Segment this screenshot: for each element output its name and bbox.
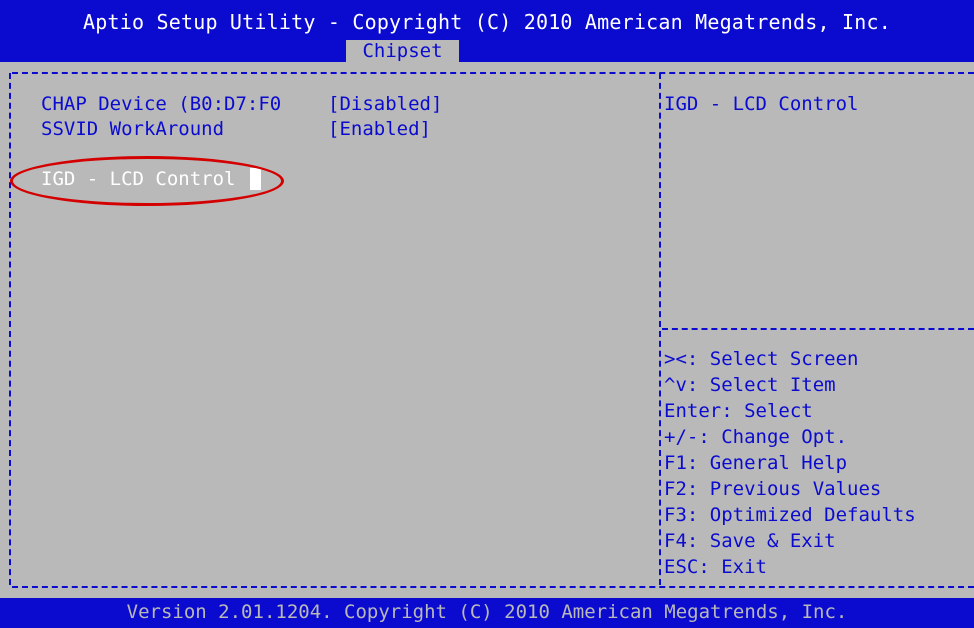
setting-chap-device-value[interactable]: [Disabled] bbox=[328, 92, 442, 116]
setting-ssvid-workaround-label[interactable]: SSVID WorkAround bbox=[41, 117, 224, 141]
help-key-esc: ESC: Exit bbox=[664, 556, 767, 578]
setting-chap-device-label[interactable]: CHAP Device (B0:D7:F0 bbox=[41, 92, 281, 116]
help-description: IGD - LCD Control bbox=[664, 93, 859, 115]
tab-chipset[interactable]: Chipset bbox=[346, 40, 459, 62]
help-key-enter: Enter: Select bbox=[664, 400, 813, 422]
help-key-f3: F3: Optimized Defaults bbox=[664, 504, 916, 526]
title-text: Aptio Setup Utility - Copyright (C) 2010… bbox=[83, 10, 891, 34]
help-key-select-item: ^v: Select Item bbox=[664, 374, 836, 396]
bottom-border bbox=[12, 586, 974, 588]
help-divider bbox=[662, 328, 974, 330]
setting-ssvid-workaround-value[interactable]: [Enabled] bbox=[328, 117, 431, 141]
panel-divider bbox=[659, 73, 661, 585]
top-border bbox=[12, 72, 974, 74]
left-border bbox=[9, 73, 11, 585]
footer-version-text: Version 2.01.1204. Copyright (C) 2010 Am… bbox=[126, 601, 848, 623]
footer-bar: Version 2.01.1204. Copyright (C) 2010 Am… bbox=[0, 598, 974, 628]
help-key-f2: F2: Previous Values bbox=[664, 478, 882, 500]
help-key-f1: F1: General Help bbox=[664, 452, 848, 474]
bios-screen: Aptio Setup Utility - Copyright (C) 2010… bbox=[0, 0, 974, 628]
help-key-change-opt: +/-: Change Opt. bbox=[664, 426, 848, 448]
highlight-annotation bbox=[10, 156, 284, 206]
help-key-f4: F4: Save & Exit bbox=[664, 530, 836, 552]
title-bar: Aptio Setup Utility - Copyright (C) 2010… bbox=[0, 0, 974, 62]
help-key-select-screen: ><: Select Screen bbox=[664, 348, 859, 370]
